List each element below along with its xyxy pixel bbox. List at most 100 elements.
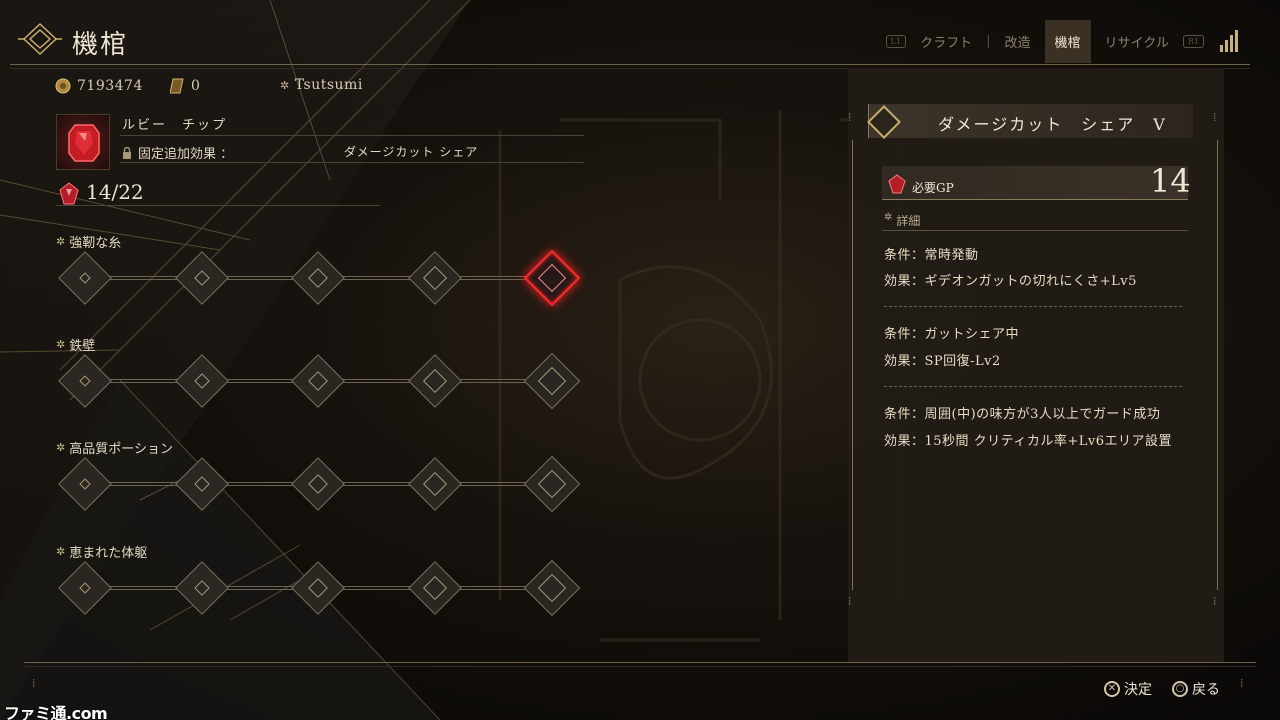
entry-1-condition: 条件：常時発動 xyxy=(884,248,979,263)
entry-divider-2 xyxy=(884,386,1182,387)
node-pattern-icon xyxy=(308,474,328,494)
gold-counter: 7193474 xyxy=(54,77,143,95)
row-mark-icon: ✲ xyxy=(56,338,66,351)
node-pattern-icon xyxy=(422,575,448,601)
skill-link xyxy=(107,379,180,383)
tab-recycle[interactable]: リサイクル xyxy=(1101,32,1173,51)
node-pattern-icon xyxy=(537,469,567,499)
skill-link xyxy=(340,276,413,280)
confirm-label: 決定 xyxy=(1124,682,1152,698)
back-label: 戻る xyxy=(1192,682,1220,698)
gp-divider xyxy=(56,205,380,206)
node-pattern-icon xyxy=(194,270,210,286)
entry-2-condition: 条件：ガットシェア中 xyxy=(884,327,1020,342)
skill-link xyxy=(107,586,180,590)
panel-ornament-tl: ⁞ xyxy=(848,110,852,124)
skill-link xyxy=(340,586,413,590)
row-mark-icon: ✲ xyxy=(56,235,66,248)
panel-ornament-br: ⁞ xyxy=(1213,594,1217,608)
ticket-counter: 0 xyxy=(170,77,200,95)
entry-3-condition: 条件：周囲(中)の味方が3人以上でガード成功 xyxy=(884,407,1161,422)
skill-link xyxy=(340,379,413,383)
player-tag: ✲ Tsutsumi xyxy=(280,77,363,93)
tab-craft[interactable]: クラフト xyxy=(916,32,976,51)
ticket-value: 0 xyxy=(191,78,201,94)
panel-ornament-bl: ⁞ xyxy=(848,594,852,608)
footer-divider xyxy=(24,662,1256,663)
skill-row-label: 強靭な糸 xyxy=(69,236,122,251)
skill-link xyxy=(107,276,180,280)
entry-3-effect: 効果：15秒間 クリティカル率+Lv6エリア設置 xyxy=(884,434,1173,449)
skill-link xyxy=(340,482,413,486)
node-pattern-icon xyxy=(79,375,91,387)
skill-link xyxy=(457,482,530,486)
header-divider xyxy=(10,64,1250,65)
footer-ornament-left: ⁞ xyxy=(32,676,36,690)
gp-gem-icon xyxy=(59,182,79,205)
footer-ornament-right: ⁞ xyxy=(1240,676,1244,690)
node-pattern-icon xyxy=(194,580,210,596)
top-nav: L1 クラフト | 改造 機棺 リサイクル R1 xyxy=(885,19,1238,63)
skill-row-title: ✲ 鉄壁 xyxy=(56,335,95,354)
detail-divider xyxy=(882,230,1188,231)
node-pattern-icon xyxy=(79,582,91,594)
node-pattern-icon xyxy=(308,371,328,391)
gp-counter: 14/22 xyxy=(86,180,144,204)
skill-link xyxy=(224,379,296,383)
tab-kikan[interactable]: 機棺 xyxy=(1044,19,1091,63)
required-gp-value: 14 xyxy=(1150,162,1191,200)
fixed-effect-label-text: 固定追加効果 ： xyxy=(138,147,234,162)
ruby-chip-icon xyxy=(68,124,100,162)
skill-link xyxy=(224,586,296,590)
row-mark-icon: ✲ xyxy=(56,545,66,558)
tab-separator: | xyxy=(986,33,991,49)
skill-row-label: 鉄壁 xyxy=(69,339,96,354)
detail-title: ダメージカット シェア V xyxy=(938,115,1167,134)
skill-link xyxy=(224,482,296,486)
entry-1-effect: 効果：ギデオンガットの切れにくさ+Lv5 xyxy=(884,274,1137,289)
skill-row-title: ✲ 強靭な糸 xyxy=(56,232,121,251)
skill-row-label: 恵まれた体躯 xyxy=(69,546,148,561)
node-pattern-icon xyxy=(537,573,567,603)
r1-button-icon[interactable]: R1 xyxy=(1182,34,1204,48)
page-title: 機棺 xyxy=(72,30,129,60)
ticket-icon xyxy=(170,78,184,94)
footer-divider-shadow xyxy=(24,666,1256,667)
back-button[interactable]: ○ 戻る xyxy=(1172,679,1220,699)
player-mark-icon: ✲ xyxy=(280,78,290,92)
required-gp-label: 必要GP xyxy=(912,181,954,195)
node-pattern-icon xyxy=(422,471,448,497)
player-name: Tsutsumi xyxy=(294,77,363,93)
node-pattern-icon xyxy=(194,476,210,492)
node-pattern-icon xyxy=(308,268,328,288)
fixed-effect-label: 固定追加効果 ： xyxy=(122,143,233,162)
skill-row-label: 高品質ポーション xyxy=(69,442,173,457)
chip-name: ルビー チップ xyxy=(122,118,228,133)
lock-icon xyxy=(123,146,131,159)
panel-ornament-tr: ⁞ xyxy=(1213,110,1217,124)
menu-emblem-icon xyxy=(18,22,62,56)
confirm-button[interactable]: ✕ 決定 xyxy=(1104,679,1152,699)
detail-label-text: 詳細 xyxy=(896,214,921,228)
tab-modify[interactable]: 改造 xyxy=(1000,32,1034,51)
skill-link xyxy=(457,586,530,590)
required-gp-gem-icon xyxy=(888,174,906,194)
node-pattern-icon xyxy=(79,272,91,284)
chip-divider-2 xyxy=(120,162,584,163)
skill-row-title: ✲ 恵まれた体躯 xyxy=(56,542,147,561)
l1-button-icon[interactable]: L1 xyxy=(885,34,907,48)
detail-section-label: ✲ 詳細 xyxy=(884,212,920,229)
circle-button-icon: ○ xyxy=(1172,681,1188,697)
skill-link xyxy=(457,276,530,280)
signal-bars-icon xyxy=(1220,30,1238,52)
watermark-logo: ファミ通.com xyxy=(4,704,108,720)
skill-link xyxy=(457,379,530,383)
panel-left-border xyxy=(852,140,853,590)
node-pattern-icon xyxy=(422,265,448,291)
node-pattern-icon xyxy=(537,263,567,293)
detail-mark-icon: ✲ xyxy=(884,212,893,223)
cross-button-icon: ✕ xyxy=(1104,681,1120,697)
gold-icon xyxy=(55,78,71,94)
row-mark-icon: ✲ xyxy=(56,441,66,454)
node-pattern-icon xyxy=(79,478,91,490)
